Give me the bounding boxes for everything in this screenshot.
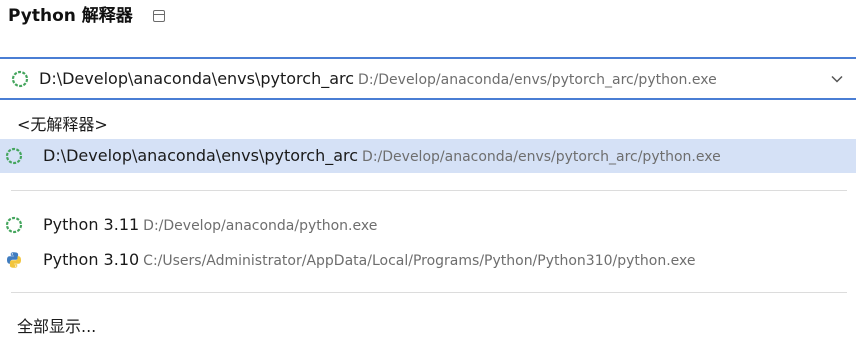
conda-icon	[5, 147, 23, 165]
interpreter-header: Python 解释器	[0, 0, 856, 56]
chevron-down-icon[interactable]	[830, 74, 844, 84]
interpreter-dropdown: <无解释器> D:\Develop\anaconda\envs\pytorch_…	[0, 103, 856, 339]
conda-icon	[11, 70, 29, 88]
no-interpreter-label: <无解释器>	[17, 115, 108, 134]
combo-interpreter-path: D:/Develop/anaconda/envs/pytorch_arc/pyt…	[358, 72, 717, 88]
no-interpreter-option[interactable]: <无解释器>	[0, 108, 856, 142]
interpreter-combobox[interactable]: D:\Develop\anaconda\envs\pytorch_arc D:/D…	[0, 57, 856, 100]
option-path: D:/Develop/anaconda/python.exe	[143, 218, 378, 234]
option-name: Python 3.10	[43, 250, 140, 269]
page-title: Python 解释器	[8, 6, 133, 26]
interpreter-option-pytorch-arc[interactable]: D:\Develop\anaconda\envs\pytorch_arc D:/D…	[0, 139, 856, 173]
option-name: Python 3.11	[43, 215, 140, 234]
show-all-label: 全部显示...	[17, 317, 97, 336]
option-text: Python 3.11 D:/Develop/anaconda/python.ex…	[43, 213, 377, 238]
option-name: D:\Develop\anaconda\envs\pytorch_arc	[43, 146, 359, 165]
interpreter-option-python-3-11[interactable]: Python 3.11 D:/Develop/anaconda/python.ex…	[0, 208, 856, 242]
option-text: D:\Develop\anaconda\envs\pytorch_arc D:/D…	[43, 144, 721, 169]
separator	[11, 190, 847, 191]
option-path: D:/Develop/anaconda/envs/pytorch_arc/pyt…	[362, 149, 721, 165]
python-icon	[7, 252, 21, 268]
combo-interpreter-name: D:\Develop\anaconda\envs\pytorch_arc	[39, 69, 355, 88]
combo-value: D:\Develop\anaconda\envs\pytorch_arc D:/D…	[39, 67, 717, 92]
collapse-icon[interactable]	[153, 10, 165, 22]
interpreter-option-python-3-10[interactable]: Python 3.10 C:/Users/Administrator/AppDat…	[0, 243, 856, 277]
conda-icon	[5, 216, 23, 234]
separator	[11, 292, 847, 293]
option-path: C:/Users/Administrator/AppData/Local/Pro…	[143, 253, 696, 269]
option-text: Python 3.10 C:/Users/Administrator/AppDat…	[43, 248, 696, 273]
